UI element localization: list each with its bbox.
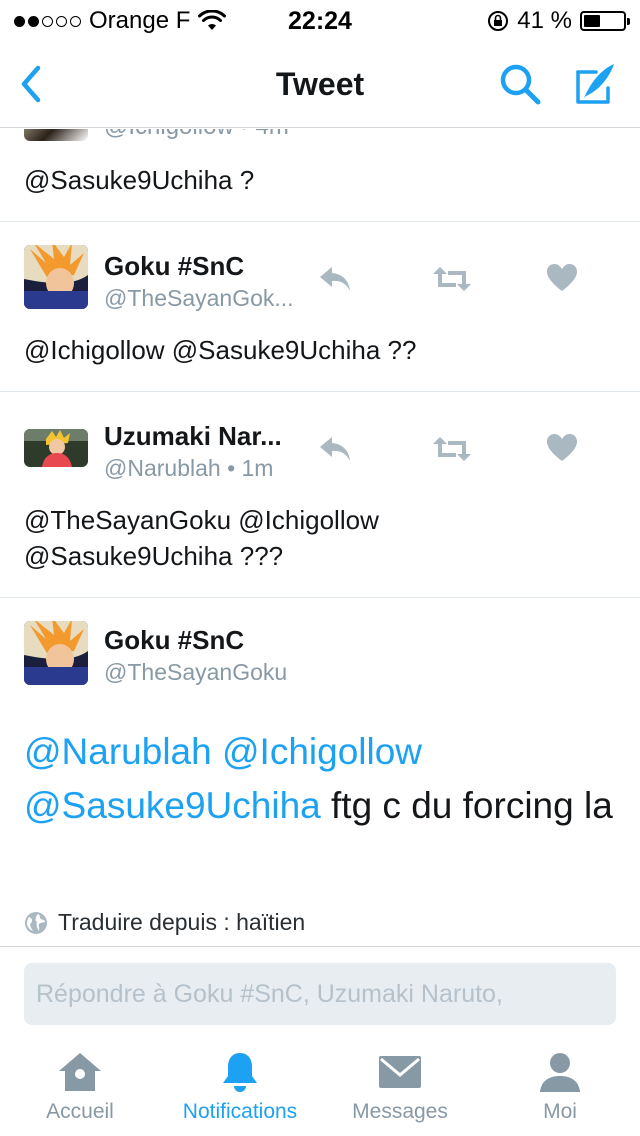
navigation-bar: Tweet: [0, 40, 640, 128]
compose-quill-icon: [576, 64, 614, 104]
tab-label: Messages: [352, 1100, 448, 1123]
avatar[interactable]: [24, 245, 88, 309]
avatar[interactable]: [24, 129, 88, 141]
avatar[interactable]: [24, 621, 88, 685]
like-button[interactable]: [546, 433, 586, 469]
envelope-icon: [379, 1056, 421, 1088]
battery-percent: 41 %: [517, 7, 572, 34]
tweet-handle: @Narublah • 1m: [104, 455, 274, 481]
tweet-handle: @TheSayanGok...: [104, 285, 294, 311]
status-bar: Orange F 22:24 41 %: [0, 0, 640, 40]
translate-label: Traduire depuis : haïtien: [58, 909, 306, 935]
home-icon: [59, 1053, 101, 1091]
retweet-button[interactable]: [432, 263, 472, 299]
retweet-icon: [433, 267, 471, 291]
tweet-text-line: @Sasuke9Uchiha ???: [24, 541, 284, 571]
tweet-author-name: Goku #SnC: [104, 251, 245, 281]
battery-icon: [580, 11, 630, 31]
person-icon: [540, 1053, 580, 1092]
tweet-text: @Ichigollow @Sasuke9Uchiha ??: [24, 335, 417, 365]
tab-label: Moi: [543, 1100, 577, 1123]
heart-icon: [547, 264, 577, 291]
tweet-body-text: ftg c du forcing la: [320, 785, 613, 826]
globe-icon: [25, 911, 47, 934]
tweet-handle: @TheSayanGoku: [104, 659, 288, 685]
tab-messages[interactable]: Messages: [320, 1046, 480, 1134]
orientation-lock-icon: [488, 11, 509, 31]
retweet-icon: [433, 437, 471, 461]
bell-icon: [223, 1053, 257, 1092]
conversation-thread: @Ichigollow • 4m @Sasuke9Uchiha ? Goku #…: [0, 129, 640, 946]
heart-icon: [547, 434, 577, 461]
divider: [0, 597, 640, 598]
retweet-button[interactable]: [432, 433, 472, 469]
reply-button[interactable]: [318, 433, 358, 469]
tab-label: Accueil: [46, 1100, 114, 1123]
reply-button[interactable]: [318, 263, 358, 299]
tab-notifications[interactable]: Notifications: [160, 1046, 320, 1134]
compose-tweet-button[interactable]: [570, 60, 618, 108]
tweet-author-name: Goku #SnC: [104, 625, 245, 655]
like-button[interactable]: [546, 263, 586, 299]
reply-icon: [320, 437, 350, 461]
tweet-text-line: @TheSayanGoku @Ichigollow: [24, 505, 379, 535]
search-icon: [500, 64, 541, 105]
divider: [0, 221, 640, 222]
divider: [0, 391, 640, 392]
tab-bar: Accueil Notifications Messages Moi: [0, 1038, 640, 1136]
tweet-author-name: Uzumaki Nar...: [104, 421, 282, 451]
tweet-text: @Sasuke9Uchiha ?: [24, 165, 255, 195]
translate-link[interactable]: Traduire depuis : haïtien: [24, 909, 305, 936]
reply-bar: [0, 946, 640, 1038]
search-button[interactable]: [496, 60, 544, 108]
reply-input[interactable]: [24, 963, 616, 1025]
mention-link[interactable]: @Sasuke9Uchiha: [24, 785, 321, 826]
page-title: Tweet: [275, 66, 365, 102]
avatar[interactable]: [24, 429, 88, 467]
reply-icon: [320, 267, 350, 291]
main-tweet-text: @Narublah @Ichigollow @Sasuke9Uchiha ftg…: [24, 725, 624, 833]
tab-label: Notifications: [182, 1100, 298, 1123]
tab-me[interactable]: Moi: [480, 1046, 640, 1134]
mention-link[interactable]: @Narublah: [24, 731, 212, 772]
tab-home[interactable]: Accueil: [0, 1046, 160, 1134]
tweet-handle: @Ichigollow • 4m: [104, 129, 289, 141]
mention-link[interactable]: @Ichigollow: [222, 731, 422, 772]
